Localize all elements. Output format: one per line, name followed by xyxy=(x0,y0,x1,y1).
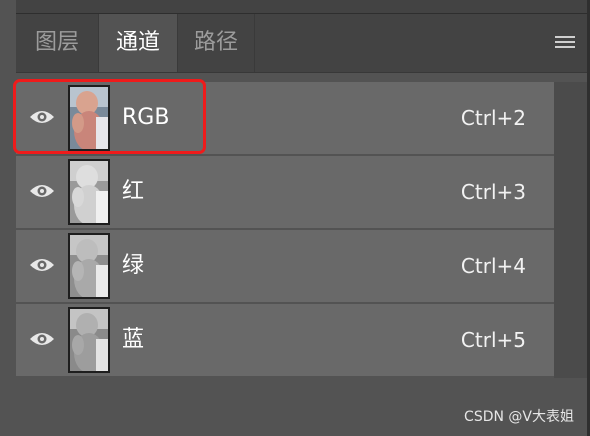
channel-row-green[interactable]: 绿 Ctrl+4 xyxy=(16,230,554,304)
channel-thumbnail xyxy=(68,159,110,225)
watermark-text: CSDN @V大表姐 xyxy=(464,409,574,425)
channel-name: 蓝 xyxy=(122,327,145,352)
baby-photo-thumbnail-gray xyxy=(70,161,108,223)
eye-icon[interactable] xyxy=(28,107,56,127)
channel-row-red[interactable]: 红 Ctrl+3 xyxy=(16,156,554,230)
panel-top-strip xyxy=(16,0,587,14)
channel-name: RGB xyxy=(122,105,170,130)
hamburger-menu-icon[interactable] xyxy=(555,36,575,50)
channel-thumbnail xyxy=(68,307,110,373)
channel-row-blue[interactable]: 蓝 Ctrl+5 xyxy=(16,304,554,378)
baby-photo-thumbnail-gray xyxy=(70,309,108,371)
tab-layers[interactable]: 图层 xyxy=(16,14,98,72)
tab-channels[interactable]: 通道 xyxy=(99,14,177,72)
tab-divider xyxy=(254,14,255,72)
channel-name: 红 xyxy=(122,179,145,204)
channel-thumbnail xyxy=(68,85,110,151)
tab-paths[interactable]: 路径 xyxy=(178,14,254,72)
channel-shortcut: Ctrl+5 xyxy=(460,328,526,352)
baby-photo-thumbnail-gray xyxy=(70,235,108,297)
eye-icon[interactable] xyxy=(28,255,56,275)
eye-icon[interactable] xyxy=(28,181,56,201)
channel-row-rgb[interactable]: RGB Ctrl+2 xyxy=(16,82,554,156)
baby-photo-thumbnail-color xyxy=(70,87,108,149)
channel-thumbnail xyxy=(68,233,110,299)
panel-left-edge xyxy=(0,0,16,436)
channels-panel: 图层 通道 路径 RGB Ctrl+2 红 Ctrl+3 绿 Ctrl+4 蓝 … xyxy=(0,0,590,436)
panel-tab-bar: 图层 通道 路径 xyxy=(16,14,587,73)
channel-shortcut: Ctrl+4 xyxy=(460,254,526,278)
channel-name: 绿 xyxy=(122,253,145,278)
scrollbar-track[interactable] xyxy=(554,82,587,378)
eye-icon[interactable] xyxy=(28,329,56,349)
channel-shortcut: Ctrl+3 xyxy=(460,180,526,204)
channel-list: RGB Ctrl+2 红 Ctrl+3 绿 Ctrl+4 蓝 Ctrl+5 xyxy=(16,82,554,378)
channel-shortcut: Ctrl+2 xyxy=(460,106,526,130)
